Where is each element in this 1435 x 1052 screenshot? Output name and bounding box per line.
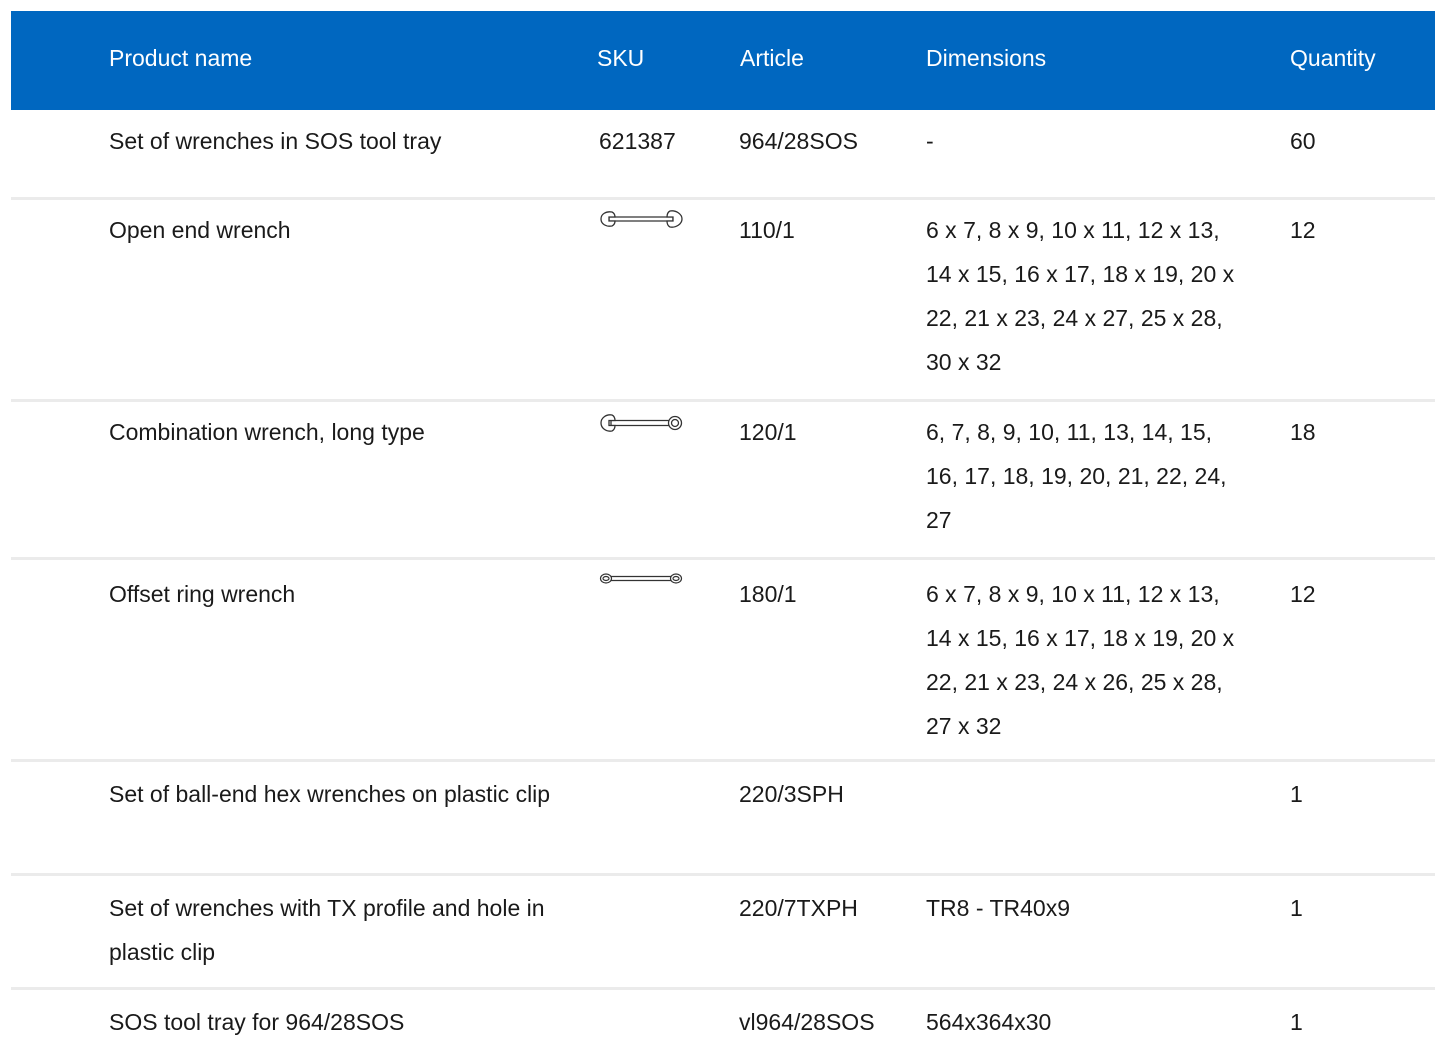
- table-row: Set of wrenches in SOS tool tray 621387 …: [11, 110, 1435, 200]
- quantity-cell: 12: [1290, 217, 1316, 243]
- table-row: SOS tool tray for 964/28SOS vl964/28SOS …: [11, 990, 1435, 1052]
- column-header-sku[interactable]: SKU: [597, 44, 644, 72]
- product-name-cell: Set of wrenches with TX profile and hole…: [109, 895, 545, 965]
- dimensions-cell: -: [926, 128, 934, 154]
- article-cell: 120/1: [739, 419, 797, 445]
- column-header-product-name[interactable]: Product name: [109, 44, 252, 72]
- table-row: Open end wrench 110/1 6 x 7, 8 x 9, 10 x…: [11, 200, 1435, 402]
- dimensions-cell: TR8 - TR40x9: [926, 895, 1071, 921]
- article-cell: 964/28SOS: [739, 128, 858, 154]
- article-cell: 220/7TXPH: [739, 895, 858, 921]
- column-header-dimensions[interactable]: Dimensions: [926, 44, 1046, 72]
- quantity-cell: 12: [1290, 581, 1316, 607]
- table-row: Set of wrenches with TX profile and hole…: [11, 876, 1435, 990]
- product-name-cell: Offset ring wrench: [109, 581, 296, 607]
- article-cell: 180/1: [739, 581, 797, 607]
- column-header-article[interactable]: Article: [740, 44, 804, 72]
- article-cell: 110/1: [739, 217, 795, 243]
- article-cell: vl964/28SOS: [739, 1009, 875, 1035]
- quantity-cell: 1: [1290, 895, 1303, 921]
- table-row: Set of ball-end hex wrenches on plastic …: [11, 762, 1435, 876]
- dimensions-cell: 6 x 7, 8 x 9, 10 x 11, 12 x 13, 14 x 15,…: [926, 217, 1235, 375]
- quantity-cell: 1: [1290, 781, 1303, 807]
- quantity-cell: 60: [1290, 128, 1316, 154]
- article-cell: 220/3SPH: [739, 781, 844, 807]
- combination-wrench-icon: [599, 412, 683, 434]
- product-name-cell: Combination wrench, long type: [109, 419, 425, 445]
- product-table: Product name SKU Article Dimensions Quan…: [11, 11, 1435, 1052]
- column-header-quantity[interactable]: Quantity: [1290, 44, 1376, 72]
- table-row: Combination wrench, long type 120/1 6, 7…: [11, 402, 1435, 560]
- product-name-cell: SOS tool tray for 964/28SOS: [109, 1009, 405, 1035]
- table-header: Product name SKU Article Dimensions Quan…: [11, 11, 1435, 110]
- sku-cell: 621387: [599, 128, 676, 154]
- dimensions-cell: 6, 7, 8, 9, 10, 11, 13, 14, 15, 16, 17, …: [926, 419, 1227, 533]
- quantity-cell: 1: [1290, 1009, 1303, 1035]
- offset-ring-wrench-icon: [599, 568, 683, 590]
- table-row: Offset ring wrench 180/1 6 x 7, 8 x 9, 1…: [11, 560, 1435, 762]
- quantity-cell: 18: [1290, 419, 1316, 445]
- product-name-cell: Set of wrenches in SOS tool tray: [109, 128, 442, 154]
- open-end-wrench-icon: [599, 208, 683, 230]
- product-name-cell: Open end wrench: [109, 217, 291, 243]
- product-name-cell: Set of ball-end hex wrenches on plastic …: [109, 781, 551, 807]
- dimensions-cell: 564x364x30: [926, 1009, 1052, 1035]
- dimensions-cell: 6 x 7, 8 x 9, 10 x 11, 12 x 13, 14 x 15,…: [926, 581, 1235, 739]
